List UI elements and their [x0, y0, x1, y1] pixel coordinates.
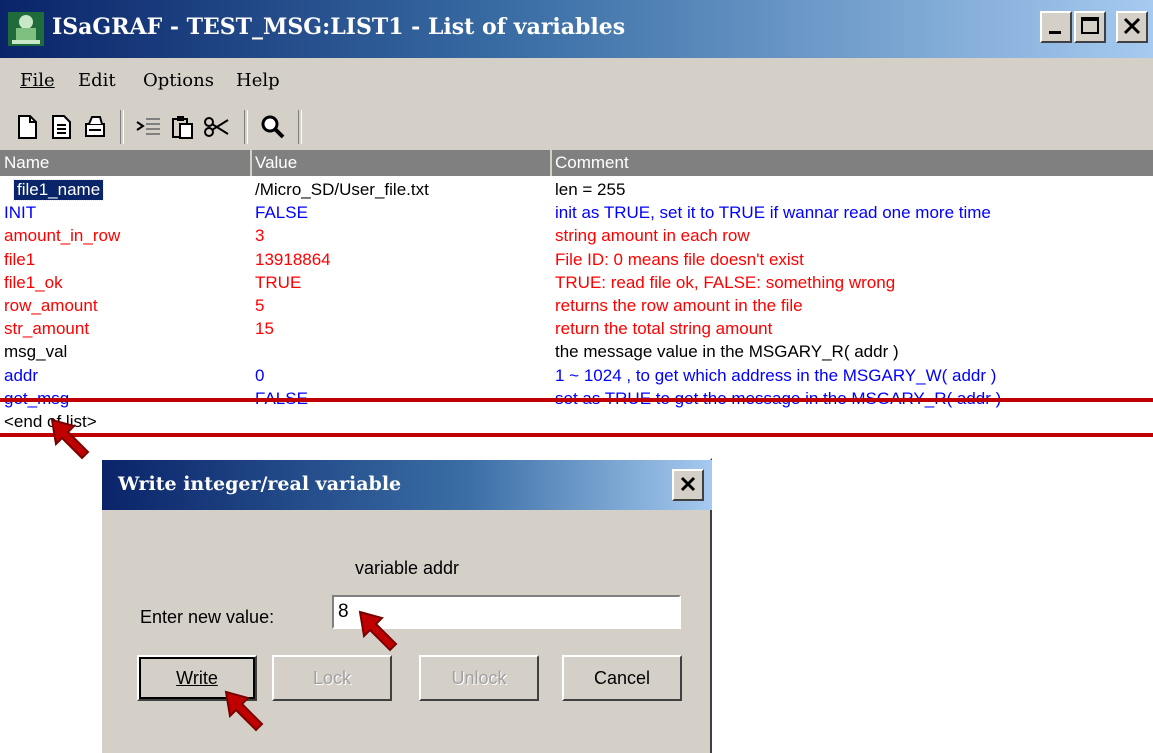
column-divider[interactable]	[250, 150, 252, 176]
minimize-button[interactable]	[1040, 11, 1072, 43]
cell-name: file1_name	[12, 179, 105, 201]
cell-name: amount_in_row	[4, 226, 121, 246]
close-icon	[1123, 17, 1141, 35]
menu-options[interactable]: Options	[143, 70, 214, 91]
lock-button: Lock	[272, 655, 392, 701]
menu-edit-label: Edit	[78, 70, 116, 91]
menu-help[interactable]: Help	[236, 70, 280, 91]
table-row[interactable]: row_amount 5 returns the row amount in the…	[0, 294, 1153, 319]
write-button-label: Write	[176, 668, 218, 688]
list-header: Name Value Comment	[0, 150, 1153, 176]
cell-comment: string amount in each row	[555, 226, 750, 246]
toolbar-separator	[120, 110, 124, 144]
table-row[interactable]: file1_ok TRUE TRUE: read file ok, FALSE: s…	[0, 271, 1153, 296]
annotation-arrow-icon	[50, 418, 90, 460]
cell-name: row_amount	[4, 296, 98, 315]
cell-comment: the message value in the MSGARY_R( addr …	[555, 342, 899, 362]
cell-value: /Micro_SD/User_file.txt	[255, 180, 429, 199]
highlight-line-bottom	[0, 433, 1153, 437]
cell-comment: 1 ~ 1024 , to get which address in the M…	[555, 365, 997, 385]
write-variable-dialog: Write integer/real variable variable add…	[100, 458, 712, 753]
highlight-line-top	[0, 398, 1153, 402]
cell-comment: TRUE: read file ok, FALSE: something wro…	[555, 272, 896, 292]
maximize-button[interactable]	[1074, 11, 1106, 43]
cut-icon[interactable]	[202, 112, 232, 142]
annotation-arrow-icon	[224, 690, 264, 732]
column-header-name[interactable]: Name	[4, 153, 49, 173]
menu-bar: File Edit Options Help	[0, 58, 1153, 104]
toolbar-separator	[298, 110, 302, 144]
table-row[interactable]: amount_in_row 3 string amount in each row	[0, 224, 1153, 249]
lock-button-label: Lock	[312, 668, 352, 688]
column-header-value[interactable]: Value	[255, 153, 297, 173]
toolbar-separator	[244, 110, 248, 144]
dialog-prompt-label: Enter new value:	[140, 607, 275, 627]
dialog-variable-label: variable addr	[354, 558, 460, 578]
print-icon[interactable]	[80, 112, 110, 142]
title-bar[interactable]: ISaGRAF - TEST_MSG:LIST1 - List of varia…	[0, 0, 1153, 58]
variable-list[interactable]: Name Value Comment file1_name/Micro_SD/U…	[0, 150, 1153, 500]
dialog-title: Write integer/real variable	[118, 473, 402, 495]
menu-file-label: File	[20, 70, 55, 91]
unlock-button: Unlock	[419, 655, 539, 701]
cell-comment: File ID: 0 means file doesn't exist	[555, 249, 804, 269]
minimize-icon	[1049, 31, 1061, 34]
cell-name: file1_ok	[4, 272, 63, 292]
table-row[interactable]: msg_val the message value in the MSGARY_R…	[0, 340, 1153, 365]
dialog-title-bar[interactable]: Write integer/real variable	[102, 460, 712, 510]
cell-value: 5	[255, 296, 265, 315]
paste-icon[interactable]	[168, 112, 198, 142]
menu-options-label: Options	[143, 70, 214, 91]
maximize-icon	[1081, 17, 1099, 34]
new-document-icon[interactable]	[12, 112, 42, 142]
isagraf-app-icon	[8, 12, 44, 46]
cell-comment: returns the row amount in the file	[555, 296, 803, 315]
cell-value: FALSE	[255, 203, 308, 223]
unlock-button-label: Unlock	[451, 668, 507, 688]
cell-comment: return the total string amount	[555, 319, 773, 339]
table-row[interactable]: str_amount 15 return the total string amou…	[0, 317, 1153, 342]
cell-name: file1	[4, 249, 36, 269]
cell-comment: len = 255	[555, 180, 626, 199]
menu-edit[interactable]: Edit	[78, 70, 116, 91]
cell-comment: init as TRUE, set it to TRUE if wannar r…	[555, 203, 991, 223]
copy-document-icon[interactable]	[46, 112, 76, 142]
cell-value: 0	[255, 365, 265, 385]
close-button[interactable]	[1116, 11, 1148, 43]
window-title: ISaGRAF - TEST_MSG:LIST1 - List of varia…	[52, 14, 626, 40]
table-row[interactable]: file1_name/Micro_SD/User_file.txt len = 2…	[0, 178, 1153, 203]
cell-name: msg_val	[4, 342, 68, 362]
table-row[interactable]: <end of list>	[0, 410, 1153, 435]
menu-help-label: Help	[236, 70, 280, 91]
menu-file[interactable]: File	[20, 70, 55, 91]
cell-name: addr	[4, 365, 39, 385]
cancel-button[interactable]: Cancel	[562, 655, 682, 701]
cancel-button-label: Cancel	[593, 668, 651, 688]
cell-value: 13918864	[255, 249, 331, 269]
table-row[interactable]: file1 13918864 File ID: 0 means file doesn…	[0, 248, 1153, 273]
indent-icon[interactable]	[134, 112, 164, 142]
search-icon[interactable]	[258, 112, 288, 142]
cell-name: INIT	[4, 203, 37, 223]
cell-name: str_amount	[4, 319, 90, 339]
cell-value: TRUE	[255, 272, 302, 292]
annotation-arrow-icon	[358, 610, 398, 652]
table-row[interactable]: INIT FALSE init as TRUE, set it to TRUE if…	[0, 201, 1153, 226]
toolbar	[0, 104, 1153, 150]
close-icon	[680, 476, 696, 492]
cell-value: 3	[255, 226, 265, 246]
column-divider[interactable]	[550, 150, 552, 176]
dialog-close-button[interactable]	[672, 469, 704, 501]
main-window: ISaGRAF - TEST_MSG:LIST1 - List of varia…	[0, 0, 1153, 500]
column-header-comment[interactable]: Comment	[555, 153, 629, 173]
cell-value: 15	[255, 319, 274, 339]
table-row[interactable]: addr 0 1 ~ 1024 , to get which address in …	[0, 364, 1153, 389]
